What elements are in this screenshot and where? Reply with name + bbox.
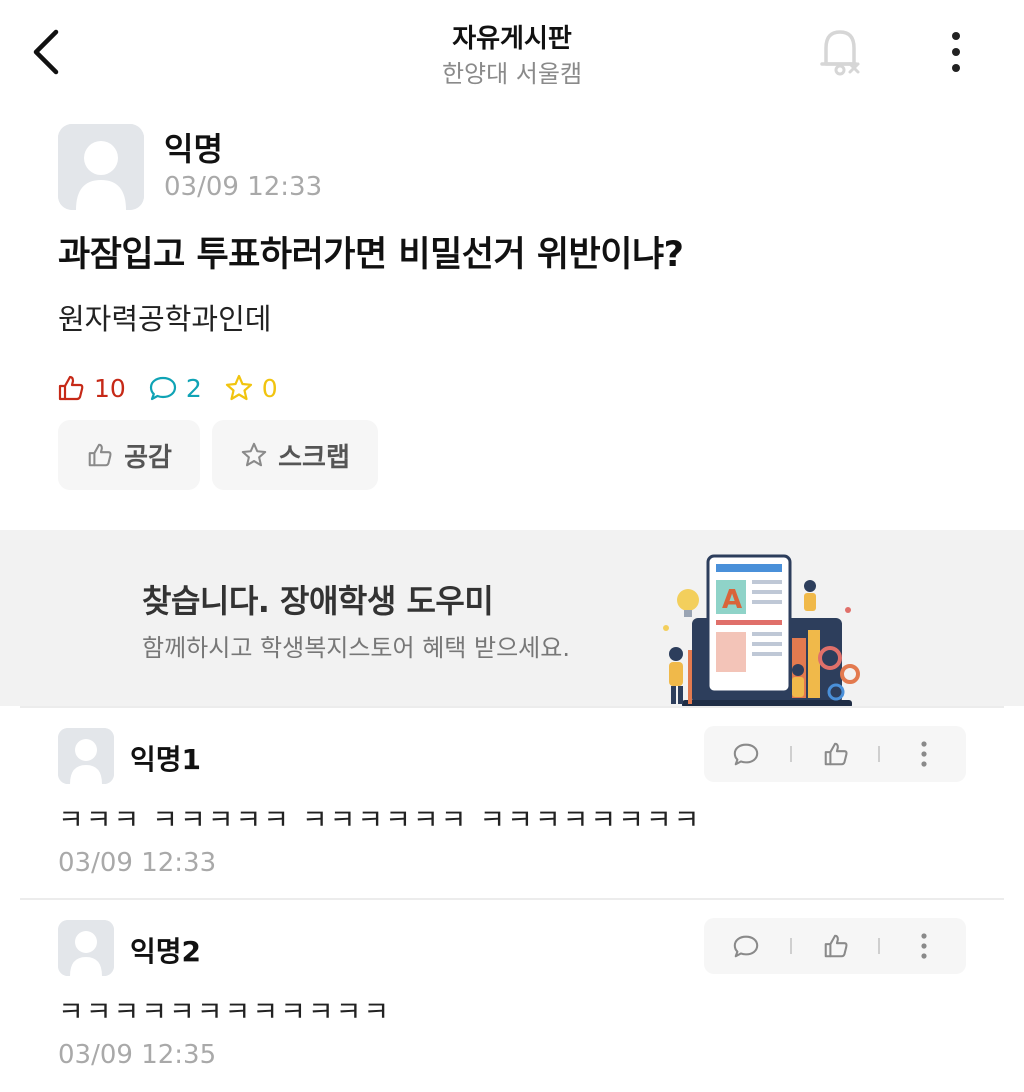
comment-author-name: 익명1 — [130, 743, 202, 776]
default-avatar-icon — [58, 728, 114, 784]
comment-timestamp: 03/09 12:33 — [58, 848, 217, 878]
post-timestamp: 03/09 12:33 — [164, 172, 323, 202]
comment-divider — [20, 706, 1004, 708]
thumbs-up-icon — [58, 375, 84, 401]
comment-actions — [704, 918, 966, 974]
comment-like-button[interactable] — [806, 918, 866, 974]
comment-actions — [704, 726, 966, 782]
star-icon — [241, 442, 267, 467]
post-title: 과잠입고 투표하러가면 비밀선거 위반이냐? — [58, 235, 684, 275]
comment-author-avatar — [58, 920, 114, 976]
scrap-button-label: 스크랩 — [278, 442, 350, 473]
like-count: 10 — [56, 373, 126, 403]
study-illustration: A — [663, 554, 860, 708]
star-icon — [225, 374, 252, 401]
comment-author-name: 익명2 — [130, 935, 202, 968]
comment-like-button[interactable] — [806, 726, 866, 782]
like-button[interactable]: 공감 — [58, 420, 200, 490]
comment-timestamp: 03/09 12:35 — [58, 1040, 217, 1070]
thumbs-up-icon — [88, 443, 112, 467]
speech-bubble-icon — [733, 935, 759, 958]
top-bar: 자유게시판 한양대 서울캠 — [0, 0, 1024, 105]
scrap-count-value: 0 — [261, 373, 278, 403]
comment-count: 2 — [148, 373, 202, 403]
speech-bubble-icon — [149, 376, 176, 401]
like-count-value: 10 — [94, 373, 126, 403]
post-stats: 10 2 0 — [56, 368, 300, 408]
comment-item: 익명2 ㅋㅋㅋㅋㅋㅋㅋㅋㅋㅋㅋㅋ 03/09 12:35 — [0, 918, 1024, 1080]
separator — [878, 746, 880, 762]
board-title: 자유게시판 — [452, 24, 572, 54]
thumbs-up-icon — [824, 742, 848, 766]
vertical-ellipsis-icon — [921, 933, 927, 959]
comment-divider — [20, 898, 1004, 900]
reply-button[interactable] — [716, 918, 776, 974]
separator — [878, 938, 880, 954]
default-avatar-icon — [58, 124, 144, 210]
post-body: 원자력공학과인데 — [58, 302, 272, 336]
comment-text: ㅋㅋㅋㅋㅋㅋㅋㅋㅋㅋㅋㅋ — [58, 995, 392, 1028]
scrap-button[interactable]: 스크랩 — [212, 420, 378, 490]
vertical-ellipsis-icon — [921, 741, 927, 767]
promo-banner[interactable]: 찾습니다. 장애학생 도우미 함께하시고 학생복지스토어 혜택 받으세요. A — [0, 530, 1024, 708]
notification-toggle-button[interactable] — [812, 24, 868, 80]
banner-title: 찾습니다. 장애학생 도우미 — [142, 582, 494, 620]
campus-subtitle: 한양대 서울캠 — [441, 60, 583, 88]
comment-author-avatar — [58, 728, 114, 784]
more-options-button[interactable] — [938, 28, 974, 76]
comment-item: 익명1 ㅋㅋㅋ ㅋㅋㅋㅋㅋ ㅋㅋㅋㅋㅋㅋ ㅋㅋㅋㅋㅋㅋㅋㅋ 03/09 12:3… — [0, 726, 1024, 888]
scrap-count: 0 — [224, 373, 278, 403]
svg-text:A: A — [722, 585, 742, 615]
comment-count-value: 2 — [185, 373, 202, 403]
bell-off-icon — [820, 30, 860, 76]
banner-subtitle: 함께하시고 학생복지스토어 혜택 받으세요. — [142, 634, 570, 662]
post-author-name: 익명 — [164, 130, 223, 168]
vertical-ellipsis-icon — [952, 32, 960, 72]
post-author-avatar — [58, 124, 144, 210]
reply-button[interactable] — [716, 726, 776, 782]
comment-more-button[interactable] — [894, 726, 954, 782]
like-button-label: 공감 — [124, 442, 172, 473]
comment-text: ㅋㅋㅋ ㅋㅋㅋㅋㅋ ㅋㅋㅋㅋㅋㅋ ㅋㅋㅋㅋㅋㅋㅋㅋ — [58, 803, 702, 836]
separator — [790, 938, 792, 954]
thumbs-up-icon — [824, 934, 848, 958]
separator — [790, 746, 792, 762]
comment-more-button[interactable] — [894, 918, 954, 974]
default-avatar-icon — [58, 920, 114, 976]
speech-bubble-icon — [733, 743, 759, 766]
